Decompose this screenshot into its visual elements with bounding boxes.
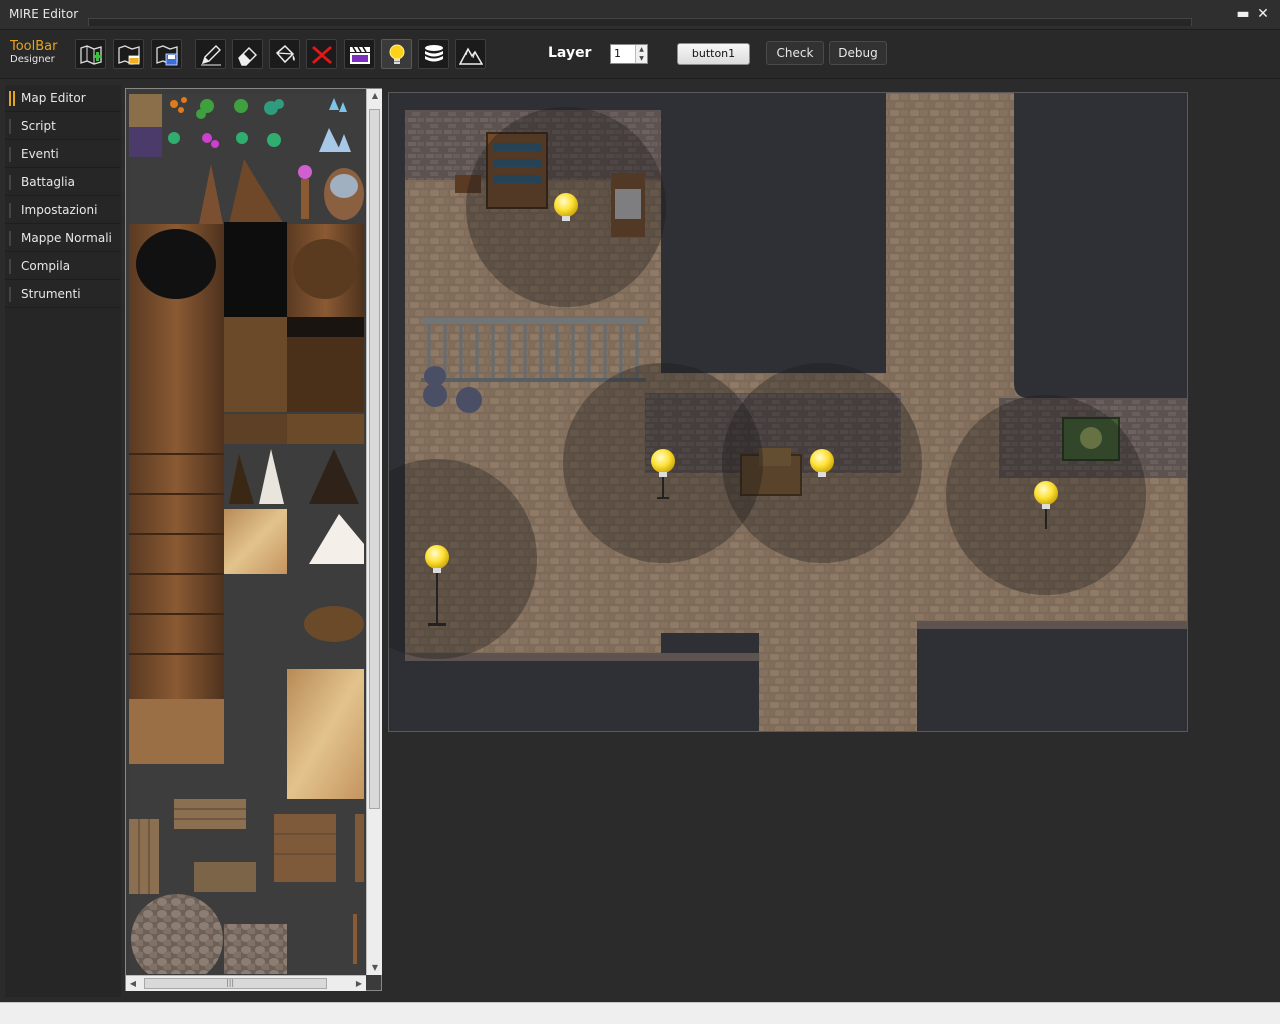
sidebar-item-label: Mappe Normali [21,231,112,245]
sidebar: Map Editor Script Eventi Battaglia Impos… [5,85,121,997]
scroll-right-icon[interactable]: ▶ [352,976,366,992]
spin-down-icon[interactable]: ▼ [636,54,647,63]
sidebar-item-eventi[interactable]: Eventi [5,141,121,168]
sidebar-item-label: Strumenti [21,287,81,301]
horizontal-scroll-thumb[interactable] [144,978,327,989]
layer-label: Layer [548,45,592,61]
light-bulb-icon [389,44,405,64]
sidebar-item-label: Battaglia [21,175,75,189]
layer-spinbox[interactable]: 1 ▲ ▼ [610,44,648,64]
tileset-graphic [129,94,364,974]
database-icon [425,45,443,62]
map-canvas[interactable] [388,92,1188,732]
map-graphic [389,93,1187,731]
mountain-icon [459,47,483,65]
layer-value[interactable]: 1 [614,47,621,60]
window-title: MIRE Editor [9,7,79,21]
toolbar: ToolBar Designer Layer 1 ▲ ▼ button1 Che… [0,31,1280,79]
eraser-icon [238,47,257,66]
map-properties-icon [118,45,140,65]
light-bulb-button[interactable] [381,39,412,69]
sidebar-item-script[interactable]: Script [5,113,121,140]
eraser-button[interactable] [232,39,263,69]
toolbar-brand-subtitle: Designer [10,54,55,65]
close-icon: ✕ [1257,6,1269,22]
pencil-icon [201,45,221,66]
app-window: MIRE Editor ▬ ✕ ToolBar Designer Layer 1… [0,0,1280,1024]
fill-bucket-icon [275,44,295,64]
tileset-vertical-scrollbar[interactable]: ▲ ▼ [366,89,382,975]
sidebar-item-strumenti[interactable]: Strumenti [5,281,121,308]
save-map-button[interactable] [151,39,182,69]
pencil-button[interactable] [195,39,226,69]
tileset-palette[interactable] [129,94,364,974]
save-map-icon [156,45,178,66]
vertical-scroll-thumb[interactable] [369,109,380,809]
sidebar-item-label: Script [21,119,56,133]
mountain-button[interactable] [455,39,486,69]
sidebar-item-label: Compila [21,259,71,273]
spin-up-icon[interactable]: ▲ [636,45,647,54]
sidebar-item-mappe-normali[interactable]: Mappe Normali [5,225,121,252]
debug-button[interactable]: Debug [829,41,887,65]
database-button[interactable] [418,39,449,69]
sidebar-item-impostazioni[interactable]: Impostazioni [5,197,121,224]
status-bar [0,1002,1280,1024]
sidebar-item-map-editor[interactable]: Map Editor [5,85,121,112]
layer-spin-buttons[interactable]: ▲ ▼ [635,45,647,63]
title-strip [88,18,1192,26]
new-map-icon [80,45,102,65]
film-clapper-icon [350,46,370,64]
title-bar: MIRE Editor ▬ ✕ [0,0,1280,30]
button1-button[interactable]: button1 [677,43,750,65]
minimize-icon: ▬ [1236,6,1250,22]
map-properties-button[interactable] [113,39,144,69]
sidebar-item-label: Impostazioni [21,203,98,217]
tileset-horizontal-scrollbar[interactable]: ◀ ||| ▶ [126,975,366,991]
film-clapper-button[interactable] [344,39,375,69]
sidebar-item-battaglia[interactable]: Battaglia [5,169,121,196]
delete-icon [312,46,332,64]
delete-button[interactable] [306,39,337,69]
check-button[interactable]: Check [766,41,824,65]
sidebar-item-label: Map Editor [21,91,86,105]
scroll-up-icon[interactable]: ▲ [367,89,383,103]
scroll-grip-icon: ||| [226,978,235,987]
scroll-left-icon[interactable]: ◀ [126,976,140,992]
fill-bucket-button[interactable] [269,39,300,69]
sidebar-item-compila[interactable]: Compila [5,253,121,280]
scroll-down-icon[interactable]: ▼ [367,961,383,975]
sidebar-item-label: Eventi [21,147,59,161]
close-button[interactable]: ✕ [1253,4,1273,24]
tileset-panel: ▲ ▼ ◀ ||| ▶ [125,88,382,991]
minimize-button[interactable]: ▬ [1233,4,1253,24]
new-map-button[interactable] [75,39,106,69]
toolbar-brand: ToolBar [10,39,58,54]
